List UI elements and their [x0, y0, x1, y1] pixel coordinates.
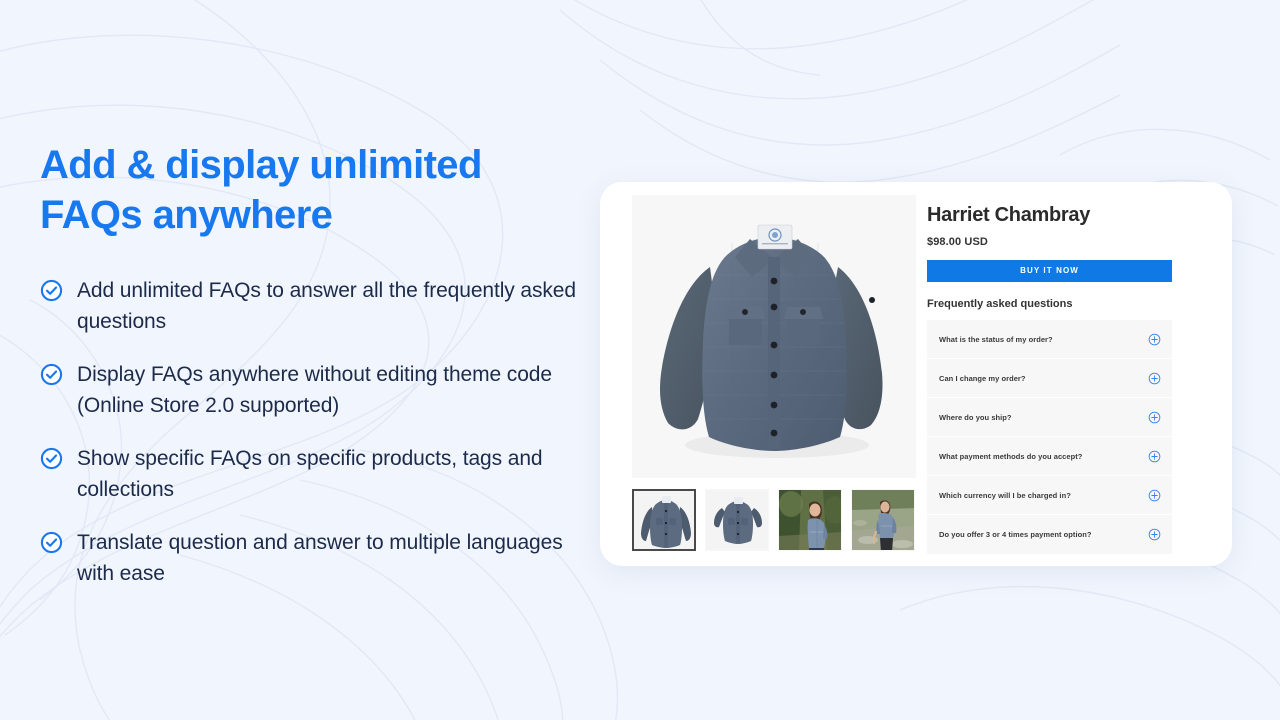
thumbnail-shirt-long-sleeve[interactable]	[632, 489, 696, 551]
faq-accordion-item[interactable]: What is the status of my order?	[927, 320, 1172, 359]
buy-it-now-button[interactable]: BUY IT NOW	[927, 260, 1172, 282]
feature-text: Translate question and answer to multipl…	[77, 531, 563, 586]
faq-question-text: What is the status of my order?	[939, 334, 1053, 344]
faq-question-text: Where do you ship?	[939, 412, 1012, 422]
faq-accordion-list: What is the status of my order? Can I ch…	[927, 320, 1172, 554]
check-circle-icon	[40, 532, 63, 554]
thumbnail-model-riverbank[interactable]	[851, 489, 915, 551]
plus-circle-icon[interactable]	[1148, 528, 1161, 541]
faq-accordion-item[interactable]: Can I change my order?	[927, 359, 1172, 398]
plus-circle-icon[interactable]	[1148, 372, 1161, 385]
feature-text: Show specific FAQs on specific products,…	[77, 447, 543, 502]
faq-question-text: Can I change my order?	[939, 373, 1026, 383]
check-circle-icon	[40, 363, 63, 386]
faq-accordion-item[interactable]: Where do you ship?	[927, 398, 1172, 437]
check-circle-icon	[40, 279, 63, 301]
check-circle-icon	[40, 447, 63, 470]
plus-circle-icon[interactable]	[1148, 450, 1161, 463]
product-main-image[interactable]	[632, 195, 916, 478]
product-gallery	[600, 182, 918, 566]
list-item: Show specific FAQs on specific products,…	[40, 443, 600, 505]
list-item: Add unlimited FAQs to answer all the fre…	[40, 275, 600, 337]
product-page-preview-card: Harriet Chambray $98.00 USD BUY IT NOW F…	[600, 182, 1232, 566]
plus-circle-icon[interactable]	[1148, 411, 1161, 424]
feature-text: Add unlimited FAQs to answer all the fre…	[77, 278, 576, 333]
faq-accordion-item[interactable]: Do you offer 3 or 4 times payment option…	[927, 515, 1172, 554]
faq-accordion-item[interactable]: Which currency will I be charged in?	[927, 476, 1172, 515]
thumbnail-shirt-folded[interactable]	[705, 489, 769, 551]
faq-question-text: Do you offer 3 or 4 times payment option…	[939, 530, 1092, 539]
product-price: $98.00 USD	[927, 236, 988, 248]
faq-section-heading: Frequently asked questions	[927, 298, 1073, 310]
faq-accordion-item[interactable]: What payment methods do you accept?	[927, 437, 1172, 476]
feature-text: Display FAQs anywhere without editing th…	[77, 362, 552, 418]
marketing-copy-column: Add & display unlimited FAQs anywhere Ad…	[40, 140, 600, 589]
page-headline: Add & display unlimited FAQs anywhere	[40, 143, 482, 238]
list-item: Translate question and answer to multipl…	[40, 527, 600, 589]
feature-list: Add unlimited FAQs to answer all the fre…	[40, 275, 600, 590]
plus-circle-icon[interactable]	[1148, 489, 1161, 502]
product-info-panel: Harriet Chambray $98.00 USD BUY IT NOW F…	[918, 182, 1232, 566]
plus-circle-icon[interactable]	[1148, 333, 1161, 346]
faq-question-text: What payment methods do you accept?	[939, 451, 1083, 461]
thumbnail-model-side-view[interactable]	[778, 489, 842, 551]
product-thumbnail-strip	[632, 489, 918, 551]
product-title: Harriet Chambray	[927, 204, 1091, 226]
list-item: Display FAQs anywhere without editing th…	[40, 359, 600, 421]
faq-question-text: Which currency will I be charged in?	[939, 490, 1071, 500]
